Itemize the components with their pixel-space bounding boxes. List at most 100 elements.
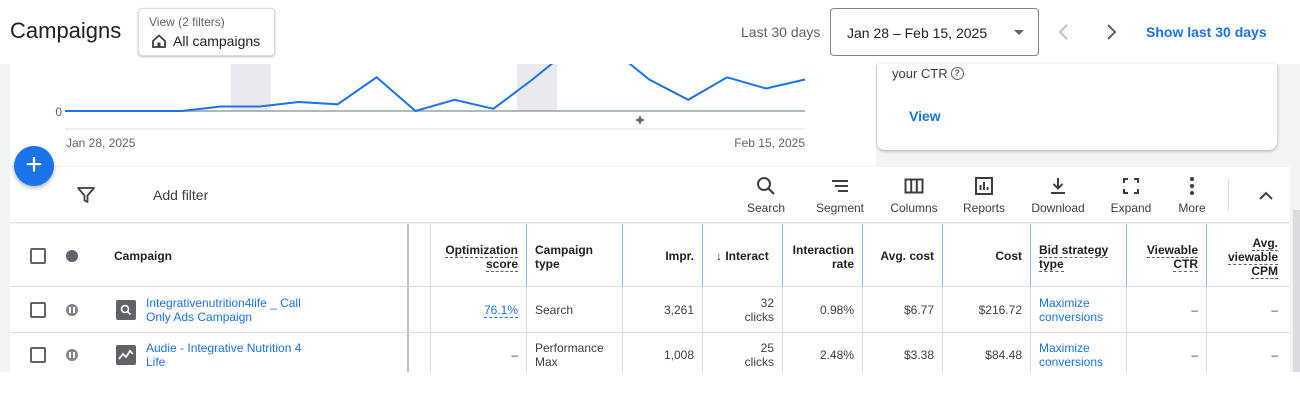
- chevron-left-icon[interactable]: [1054, 20, 1074, 44]
- add-filter-button[interactable]: Add filter: [153, 187, 208, 203]
- viewable-ctr: –: [1191, 348, 1198, 362]
- header-bid-strategy[interactable]: Bid strategy type: [1039, 243, 1119, 272]
- avg-viewable-cpm: –: [1271, 303, 1278, 317]
- header-avg-cost[interactable]: Avg. cost: [866, 249, 934, 263]
- more-tool-label: More: [1178, 201, 1206, 215]
- columns-tool-label: Columns: [890, 201, 938, 215]
- interactions-unit: clicks: [744, 355, 774, 369]
- segment-icon: [832, 180, 848, 192]
- avg-cost: $3.38: [903, 348, 934, 362]
- table-row: Integrativenutrition4life _ Call Only Ad…: [10, 288, 1290, 333]
- segment-tool-label: Segment: [815, 201, 865, 215]
- download-icon: [1051, 178, 1065, 194]
- toolbar-divider: [1228, 179, 1229, 211]
- segment-tool-button[interactable]: Segment: [810, 175, 870, 215]
- campaign-name-line2: Life: [146, 355, 166, 369]
- header-vcpm-line2: viewable: [1227, 250, 1278, 265]
- columns-tool-button[interactable]: Columns: [885, 175, 943, 215]
- header-vctr-line2: CTR: [1173, 257, 1198, 272]
- header-avg-viewable-cpm[interactable]: Avg. viewable CPM: [1210, 236, 1278, 279]
- insight-view-link[interactable]: View: [909, 108, 941, 124]
- header-cost[interactable]: Cost: [946, 249, 1022, 263]
- status-column-icon[interactable]: [66, 250, 78, 262]
- row-checkbox[interactable]: [30, 302, 46, 318]
- campaign-name-link[interactable]: Audie - Integrative Nutrition 4 Life: [146, 341, 396, 369]
- insight-text: your CTR: [892, 66, 948, 81]
- chevron-up-icon[interactable]: [1255, 185, 1277, 207]
- date-range-picker[interactable]: Jan 28 – Feb 15, 2025: [830, 8, 1039, 56]
- header-bid-line2: type: [1039, 257, 1064, 272]
- optimization-score[interactable]: 76.1%: [436, 303, 518, 318]
- optimization-score: –: [511, 348, 518, 362]
- series-line: [65, 64, 806, 113]
- view-main: All campaigns: [151, 33, 260, 49]
- campaigns-table: Campaign Optimization score Campaign typ…: [10, 224, 1290, 372]
- page-header: Campaigns View (2 filters) All campaigns…: [0, 0, 1300, 64]
- search-tool-button[interactable]: Search: [740, 175, 792, 215]
- header-interaction-rate[interactable]: Interaction rate: [786, 243, 854, 271]
- row-checkbox[interactable]: [30, 347, 46, 363]
- campaign-type: Search: [535, 303, 574, 317]
- expand-tool-button[interactable]: Expand: [1106, 175, 1156, 215]
- y-tick-zero: 0: [55, 105, 62, 119]
- insight-card: your CTR ? View: [877, 64, 1277, 150]
- cost: $216.72: [978, 303, 1022, 317]
- reports-icon: [975, 177, 993, 195]
- download-tool-button[interactable]: Download: [1026, 175, 1090, 215]
- paused-status-icon[interactable]: [66, 349, 78, 361]
- table-toolbar: Add filter Search Segment Columns Report…: [10, 167, 1290, 223]
- reports-tool-button[interactable]: Reports: [958, 175, 1010, 215]
- interaction-rate: 2.48%: [819, 348, 854, 362]
- bid-strategy-link[interactable]: Maximize conversions: [1039, 296, 1123, 324]
- vertical-scrollbar[interactable]: [1293, 210, 1300, 372]
- campaign-type: Performance Max: [535, 341, 615, 369]
- header-optimization-score[interactable]: Optimization score: [436, 243, 518, 272]
- chevron-right-icon[interactable]: [1101, 20, 1121, 44]
- header-viewable-ctr[interactable]: Viewable CTR: [1130, 243, 1198, 272]
- date-range-label: Last 30 days: [741, 24, 821, 40]
- paused-status-icon[interactable]: [66, 304, 78, 316]
- header-type-line2: type: [535, 257, 560, 271]
- header-opt-line1: Optimization: [445, 243, 518, 258]
- show-last-30-days-link[interactable]: Show last 30 days: [1146, 24, 1267, 40]
- header-campaign-type[interactable]: Campaign type: [535, 243, 615, 271]
- campaign-type-line2: Max: [535, 355, 558, 369]
- campaign-type-line1: Performance: [535, 341, 604, 355]
- impressions: 3,261: [663, 303, 694, 317]
- filter-icon[interactable]: [76, 185, 96, 205]
- view-selector[interactable]: View (2 filters) All campaigns: [138, 8, 275, 56]
- app-window: Campaigns View (2 filters) All campaigns…: [0, 0, 1300, 420]
- chart-weekend-band: [231, 64, 271, 111]
- header-interactions[interactable]: ↓ Interact: [716, 249, 776, 263]
- interactions-count: 32: [760, 296, 774, 310]
- campaign-name-link[interactable]: Integrativenutrition4life _ Call Only Ad…: [146, 296, 396, 324]
- interactions: 25 clicks: [710, 341, 774, 369]
- view-filter-count: View (2 filters): [149, 15, 225, 29]
- help-icon[interactable]: ?: [950, 67, 964, 80]
- header-vcpm-line3: CPM: [1251, 264, 1278, 279]
- performance-max-icon: [116, 345, 136, 365]
- bid-strategy-link[interactable]: Maximize conversions: [1039, 341, 1123, 369]
- header-campaign[interactable]: Campaign: [114, 249, 172, 263]
- header-impressions[interactable]: Impr.: [630, 249, 694, 263]
- header-rate-line1: Interaction: [792, 243, 854, 257]
- header-type-line1: Campaign: [535, 243, 594, 257]
- x-tick-start: Jan 28, 2025: [66, 136, 136, 150]
- interactions: 32 clicks: [710, 296, 774, 324]
- campaign-name-line1: Integrativenutrition4life _ Call: [146, 296, 301, 310]
- performance-chart: 0 Jan 28, 2025 Feb 15, 2025: [10, 64, 876, 166]
- download-tool-label: Download: [1031, 201, 1085, 215]
- header-vcpm-line1: Avg.: [1252, 236, 1278, 251]
- more-icon: [1190, 177, 1194, 195]
- header-rate-line2: rate: [831, 257, 854, 271]
- interactions-count: 25: [760, 341, 774, 355]
- interactions-unit: clicks: [744, 310, 774, 324]
- header-bid-line1: Bid strategy: [1039, 243, 1109, 258]
- sparkle-icon[interactable]: [635, 115, 645, 125]
- header-vctr-line1: Viewable: [1146, 243, 1198, 258]
- add-campaign-button[interactable]: +: [14, 146, 54, 186]
- more-tool-button[interactable]: More: [1170, 175, 1214, 215]
- chart-svg: 0 Jan 28, 2025 Feb 15, 2025: [55, 64, 806, 150]
- search-tool-label: Search: [746, 201, 786, 215]
- select-all-checkbox[interactable]: [30, 248, 46, 264]
